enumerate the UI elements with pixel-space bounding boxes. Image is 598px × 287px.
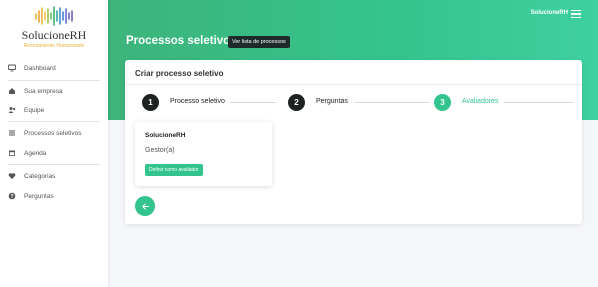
step-connector (354, 102, 430, 103)
svg-text:?: ? (10, 194, 13, 200)
sidebar-item-perguntas[interactable]: ? Perguntas (8, 190, 54, 202)
user-name[interactable]: SolucioneRH (531, 10, 568, 16)
monitor-icon (8, 64, 16, 72)
back-button[interactable] (135, 196, 155, 216)
evaluator-card: SolucioneRH Gestor(a) Definir como avali… (135, 122, 272, 186)
step-2-number[interactable]: 2 (288, 94, 305, 111)
heart-icon (8, 172, 16, 180)
step-1-number[interactable]: 1 (142, 94, 159, 111)
hamburger-menu-icon[interactable] (571, 10, 581, 18)
sidebar-divider (8, 121, 100, 122)
sidebar: SolucioneRH Recrutamento Humanizado Dash… (0, 0, 108, 287)
evaluator-name: SolucioneRH (145, 132, 186, 139)
card-title: Criar processo seletivo (135, 69, 224, 78)
logo-waveform-icon (35, 6, 73, 26)
step-connector (230, 102, 276, 103)
step-connector (504, 102, 574, 103)
sidebar-item-label: Sua empresa (24, 87, 63, 95)
sidebar-item-categorias[interactable]: Categorias (8, 170, 55, 182)
sidebar-item-label: Categorias (24, 172, 56, 180)
set-as-evaluator-button[interactable]: Definir como avaliador (145, 164, 203, 176)
sidebar-item-label: Equipe (24, 106, 45, 114)
brand-logo[interactable]: SolucioneRH Recrutamento Humanizado (0, 4, 108, 52)
sidebar-divider (8, 80, 100, 81)
sidebar-item-equipe[interactable]: Equipe (8, 104, 44, 116)
create-process-card: Criar processo seletivo 1 Processo selet… (125, 60, 582, 224)
view-process-list-button[interactable]: Ver lista de processos (228, 36, 290, 48)
step-3-number[interactable]: 3 (434, 94, 451, 111)
calendar-icon (8, 149, 16, 157)
sidebar-item-sua-empresa[interactable]: Sua empresa (8, 85, 63, 97)
sidebar-divider (8, 164, 100, 165)
step-1-label[interactable]: Processo seletivo (170, 98, 225, 105)
brand-name: SolucioneRH (21, 28, 87, 42)
evaluator-role: Gestor(a) (145, 147, 175, 154)
sidebar-item-label: Perguntas (24, 192, 54, 200)
sidebar-item-label: Dashboard (24, 64, 56, 72)
sidebar-item-processos-seletivos[interactable]: Processos seletivos (8, 127, 81, 139)
arrow-left-icon (141, 202, 149, 210)
sidebar-item-dashboard[interactable]: Dashboard (8, 62, 56, 74)
home-icon (8, 87, 16, 95)
list-icon (8, 129, 16, 137)
brand-tagline: Recrutamento Humanizado (23, 43, 85, 49)
sidebar-item-label: Agenda (24, 149, 47, 157)
question-icon: ? (8, 192, 16, 200)
step-2-label[interactable]: Perguntas (316, 98, 348, 105)
card-divider (125, 84, 582, 85)
page-title: Processos seletivos (126, 35, 237, 47)
stepper: 1 Processo seletivo 2 Perguntas 3 Avalia… (142, 93, 574, 113)
sidebar-item-agenda[interactable]: Agenda (8, 147, 46, 159)
users-icon (8, 106, 16, 114)
step-3-label[interactable]: Avaliadores (462, 98, 498, 105)
sidebar-item-label: Processos seletivos (24, 129, 82, 137)
